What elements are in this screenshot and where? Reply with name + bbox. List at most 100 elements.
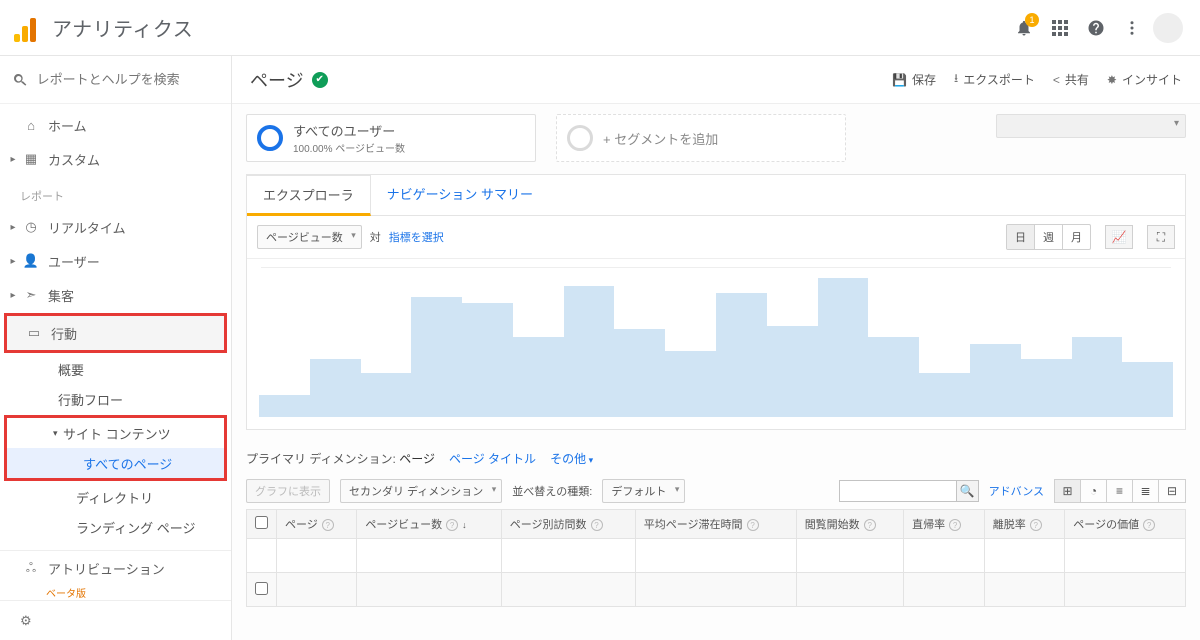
nav-audience[interactable]: ▸👤 ユーザー xyxy=(0,244,231,278)
reports-section-label: レポート xyxy=(0,176,231,210)
segment-add[interactable]: + セグメントを追加 xyxy=(556,114,846,162)
apps-icon[interactable] xyxy=(1042,10,1078,46)
dim-other[interactable]: その他 xyxy=(550,450,593,467)
tab-nav-summary[interactable]: ナビゲーション サマリー xyxy=(371,175,549,215)
nav-behavior-flow[interactable]: 行動フロー xyxy=(0,384,231,414)
segment-name: すべてのユーザー xyxy=(293,121,405,140)
account-avatar[interactable] xyxy=(1150,10,1186,46)
col-exit[interactable]: 離脱率? xyxy=(984,510,1065,539)
notification-badge: 1 xyxy=(1025,13,1039,27)
nav-behavior-overview[interactable]: 概要 xyxy=(0,354,231,384)
sidebar-search-input[interactable] xyxy=(37,72,219,87)
chart-bar xyxy=(310,359,361,417)
nav-attribution[interactable]: ஃ アトリビューション xyxy=(0,551,231,585)
chart-bar xyxy=(614,329,665,417)
help-icon[interactable]: ? xyxy=(591,519,603,531)
chart-bar xyxy=(919,373,970,417)
chart-bar xyxy=(818,278,869,417)
data-table: ページ? ページビュー数?↓ ページ別訪問数? 平均ページ滞在時間? 閲覧開始数… xyxy=(246,509,1186,607)
nav-custom[interactable]: ▸▦ カスタム xyxy=(0,142,231,176)
chart-type-line[interactable]: 📈 xyxy=(1105,225,1133,249)
table-search-input[interactable] xyxy=(840,481,956,501)
sidebar-search[interactable] xyxy=(0,56,231,104)
help-icon[interactable]: ? xyxy=(864,519,876,531)
expand-icon: ▸ xyxy=(6,222,20,233)
acquisition-icon: ➣ xyxy=(20,287,42,303)
nav-directory[interactable]: ディレクトリ xyxy=(0,482,231,512)
save-icon: 💾 xyxy=(892,73,907,87)
col-unique-pv[interactable]: ページ別訪問数? xyxy=(501,510,635,539)
topbar: アナリティクス 1 xyxy=(0,0,1200,56)
col-page-value[interactable]: ページの価値? xyxy=(1065,510,1186,539)
nav-realtime[interactable]: ▸◷ リアルタイム xyxy=(0,210,231,244)
help-icon[interactable]: ? xyxy=(747,519,759,531)
chart-type-motion[interactable]: ⛶ xyxy=(1147,225,1175,249)
granularity-day[interactable]: 日 xyxy=(1007,225,1035,249)
chart-bar xyxy=(1122,362,1173,417)
help-icon[interactable]: ? xyxy=(949,519,961,531)
menu-dots-icon[interactable] xyxy=(1114,10,1150,46)
gear-icon: ⚙ xyxy=(20,613,32,629)
view-pivot-icon[interactable]: ⊟ xyxy=(1159,480,1185,502)
chart-bar xyxy=(462,303,513,417)
view-performance-icon[interactable]: ≡ xyxy=(1107,480,1133,502)
chart-bar xyxy=(564,286,615,417)
row-checkbox[interactable] xyxy=(255,582,268,595)
granularity-month[interactable]: 月 xyxy=(1063,225,1090,249)
page-title: ページ xyxy=(250,67,304,93)
chart-bar xyxy=(513,337,564,417)
table-view-switch: ⊞ ◔ ≡ ≣ ⊟ xyxy=(1054,479,1186,503)
clock-icon: ◷ xyxy=(20,219,42,235)
view-percentage-icon[interactable]: ◔ xyxy=(1081,480,1107,502)
segment-all-users[interactable]: すべてのユーザー 100.00% ページビュー数 xyxy=(246,114,536,162)
view-comparison-icon[interactable]: ≣ xyxy=(1133,480,1159,502)
sort-type-select[interactable]: デフォルト xyxy=(602,479,685,503)
help-icon[interactable]: ? xyxy=(446,519,458,531)
notifications-icon[interactable]: 1 xyxy=(1006,10,1042,46)
view-data-icon[interactable]: ⊞ xyxy=(1055,480,1081,502)
table-row[interactable] xyxy=(247,539,1186,573)
help-icon[interactable]: ? xyxy=(322,519,334,531)
date-range-picker[interactable] xyxy=(996,114,1186,138)
chart-bar xyxy=(665,351,716,417)
granularity-week[interactable]: 週 xyxy=(1035,225,1063,249)
help-icon[interactable] xyxy=(1078,10,1114,46)
chart-bar xyxy=(361,373,412,417)
sort-type-label: 並べ替えの種類: xyxy=(512,483,592,499)
highlight-behavior: ▭ 行動 xyxy=(4,313,227,353)
nav-behavior[interactable]: ▭ 行動 xyxy=(7,316,224,350)
col-pageviews[interactable]: ページビュー数?↓ xyxy=(357,510,501,539)
nav-acquisition[interactable]: ▸➣ 集客 xyxy=(0,278,231,312)
secondary-dimension-select[interactable]: セカンダリ ディメンション xyxy=(340,479,502,503)
nav-all-pages[interactable]: すべてのページ xyxy=(7,448,224,478)
dim-page-title[interactable]: ページ タイトル xyxy=(449,450,536,467)
nav-site-content[interactable]: ▾ サイト コンテンツ xyxy=(7,418,224,448)
main: ページ ✔ 💾保存 ⭳エクスポート <共有 ✸インサイト すべてのユーザー 10… xyxy=(232,56,1200,640)
tab-explorer[interactable]: エクスプローラ xyxy=(247,175,371,216)
select-all-checkbox[interactable] xyxy=(255,516,268,529)
col-avg-time[interactable]: 平均ページ滞在時間? xyxy=(635,510,796,539)
col-page[interactable]: ページ? xyxy=(277,510,357,539)
sort-desc-icon: ↓ xyxy=(462,520,467,530)
attribution-icon: ஃ xyxy=(20,560,42,577)
expand-icon: ▸ xyxy=(6,154,20,165)
help-icon[interactable]: ? xyxy=(1143,519,1155,531)
metric-select[interactable]: ページビュー数 xyxy=(257,225,362,249)
table-row[interactable] xyxy=(247,573,1186,607)
nav-admin[interactable]: ⚙ xyxy=(0,600,231,640)
advanced-link[interactable]: アドバンス xyxy=(989,483,1044,499)
save-button[interactable]: 💾保存 xyxy=(892,71,936,88)
nav-home[interactable]: ⌂ ホーム xyxy=(0,108,231,142)
export-button[interactable]: ⭳エクスポート xyxy=(954,69,1035,90)
table-search-button[interactable]: 🔍 xyxy=(956,481,978,501)
chart-bar xyxy=(716,293,767,417)
share-button[interactable]: <共有 xyxy=(1053,71,1089,88)
primary-dimension-label: プライマリ ディメンション: ページ xyxy=(246,450,435,467)
col-bounce[interactable]: 直帰率? xyxy=(904,510,985,539)
help-icon[interactable]: ? xyxy=(1030,519,1042,531)
col-entrances[interactable]: 閲覧開始数? xyxy=(796,510,903,539)
nav-landing-pages[interactable]: ランディング ページ xyxy=(0,512,231,542)
plot-rows-button[interactable]: グラフに表示 xyxy=(246,479,330,503)
choose-metric-link[interactable]: 指標を選択 xyxy=(389,229,444,245)
insight-button[interactable]: ✸インサイト xyxy=(1107,71,1182,88)
